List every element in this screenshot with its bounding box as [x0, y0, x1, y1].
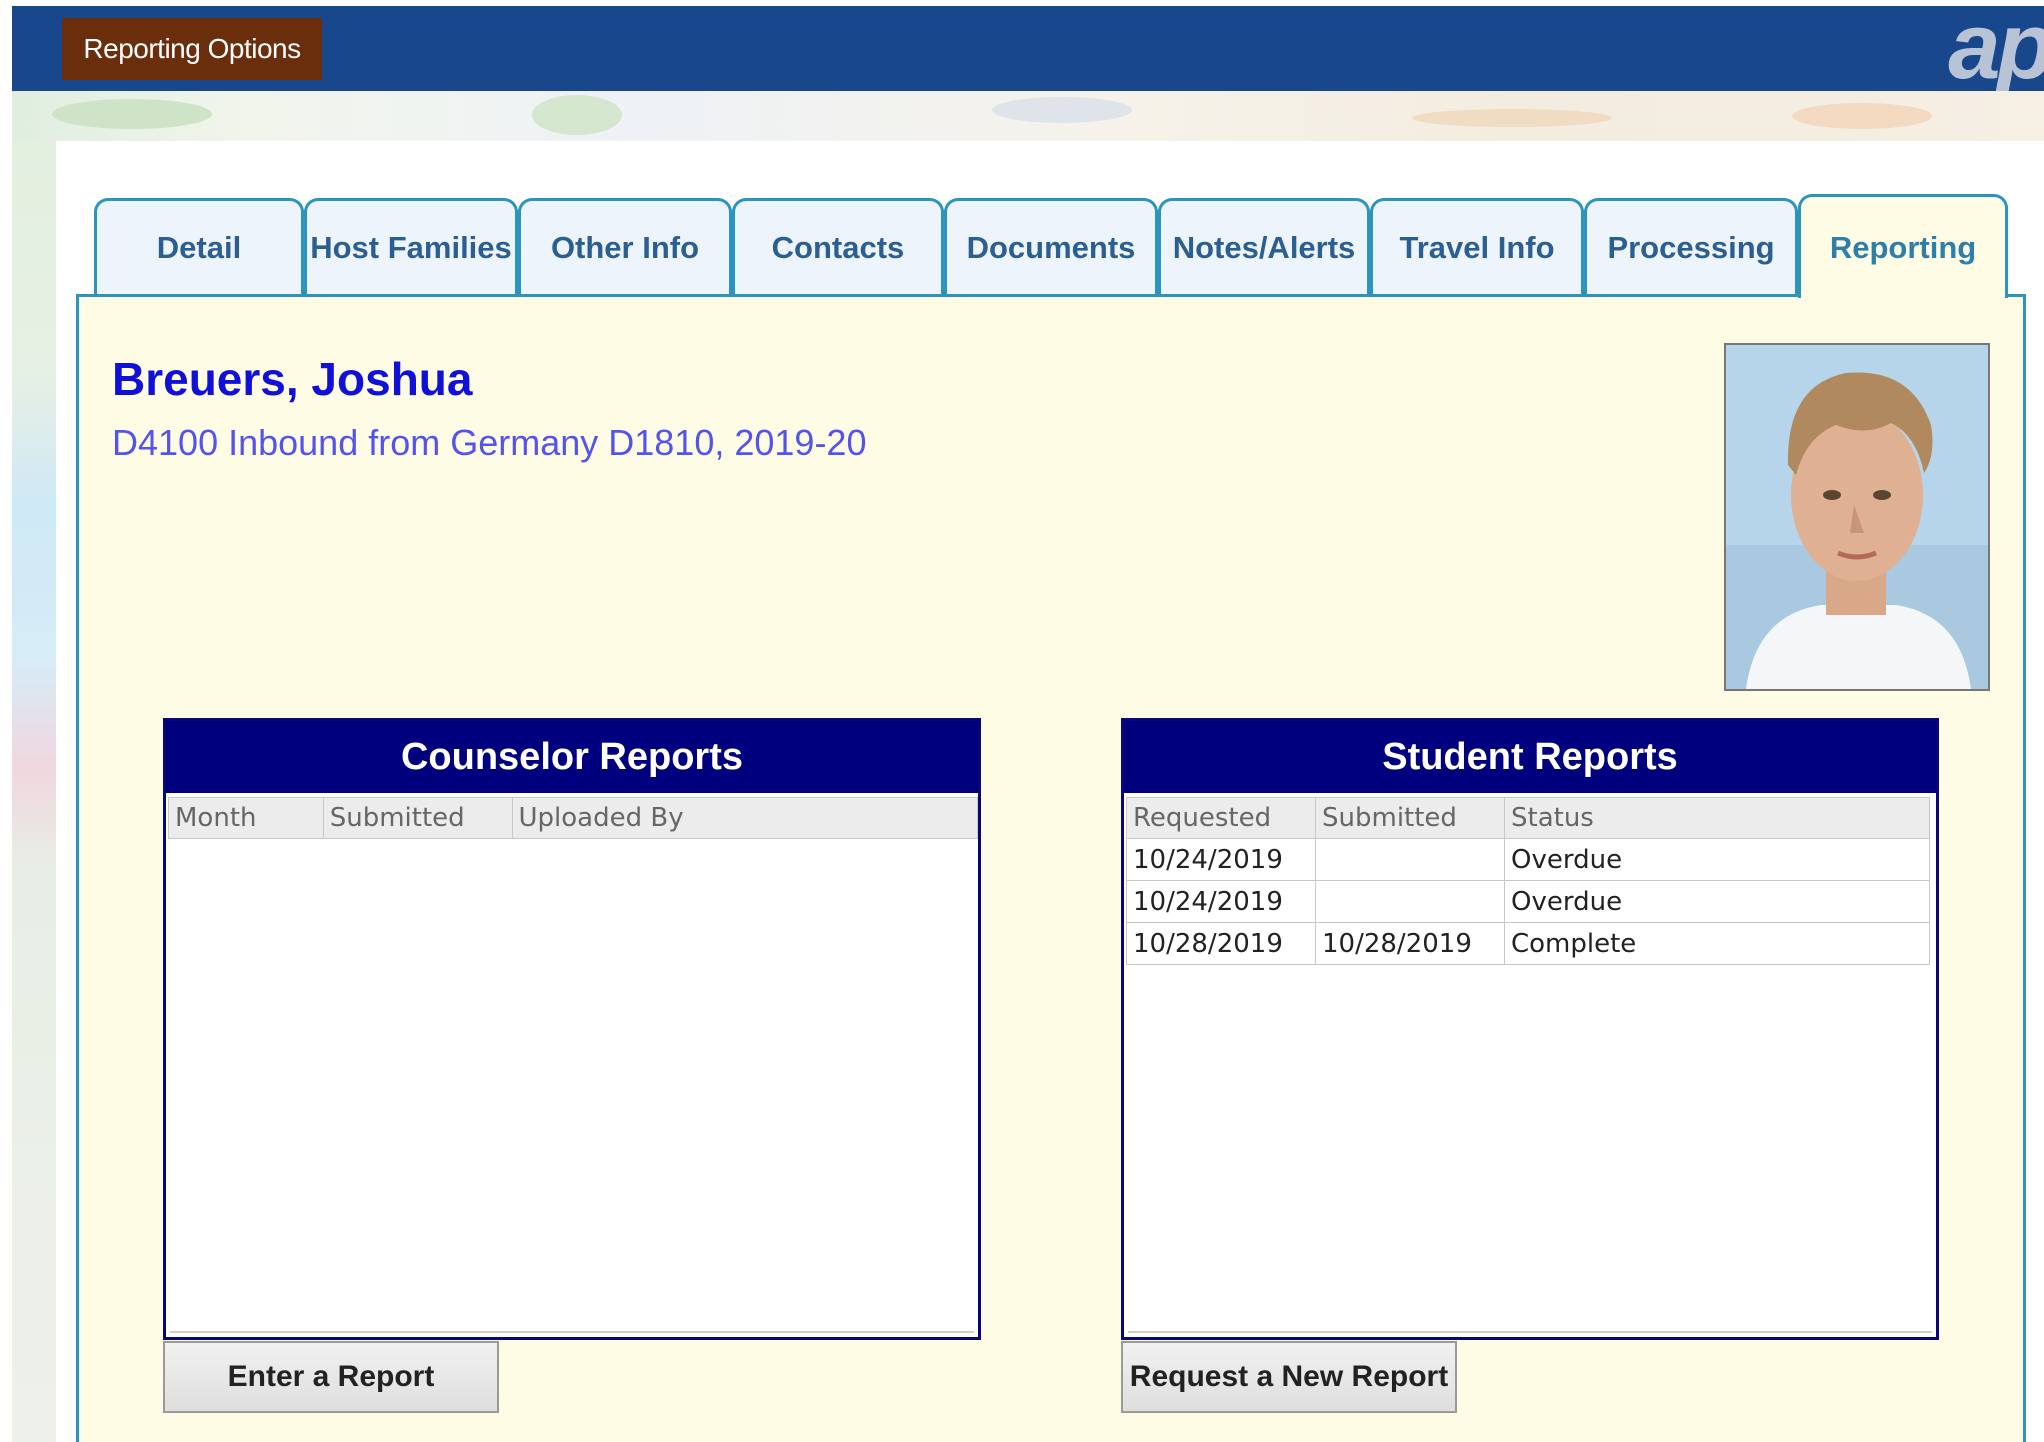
student-reports-table: Requested Submitted Status 10/24/2019 Ov… [1126, 797, 1930, 965]
counselor-reports-panel: Counselor Reports Month Submitted Upload… [163, 718, 981, 1340]
requested-cell: 10/28/2019 [1126, 922, 1316, 965]
top-bar: Reporting Options ap [12, 0, 2044, 98]
tab-travel-info[interactable]: Travel Info [1370, 198, 1584, 294]
tab-processing[interactable]: Processing [1584, 198, 1798, 294]
student-name: Breuers, Joshua [112, 353, 473, 405]
column-header-submitted[interactable]: Submitted [322, 797, 513, 839]
tab-reporting[interactable]: Reporting [1798, 194, 2008, 298]
panel-scroll-edge [170, 1331, 974, 1333]
student-reports-panel: Student Reports Requested Submitted Stat… [1121, 718, 1939, 1340]
tab-detail[interactable]: Detail [94, 198, 304, 294]
table-row[interactable]: 10/28/2019 10/28/2019 Complete [1126, 922, 1930, 965]
enter-report-button[interactable]: Enter a Report [163, 1341, 499, 1413]
counselor-reports-title: Counselor Reports [166, 721, 978, 793]
status-cell: Complete [1504, 922, 1930, 965]
app-logo: ap [1948, 0, 2044, 98]
counselor-reports-table: Month Submitted Uploaded By [168, 797, 979, 839]
column-header-requested[interactable]: Requested [1126, 797, 1316, 839]
column-header-submitted[interactable]: Submitted [1315, 797, 1505, 839]
tab-contacts[interactable]: Contacts [732, 198, 944, 294]
panel-scroll-edge [1128, 1331, 1932, 1333]
submitted-cell: 10/28/2019 [1315, 922, 1505, 965]
column-header-month[interactable]: Month [168, 797, 324, 839]
request-new-report-button[interactable]: Request a New Report [1121, 1341, 1457, 1413]
column-header-uploaded-by[interactable]: Uploaded By [511, 797, 979, 839]
table-row[interactable]: 10/24/2019 Overdue [1126, 880, 1930, 923]
student-photo [1724, 343, 1990, 691]
reporting-options-button[interactable]: Reporting Options [62, 18, 322, 80]
requested-cell: 10/24/2019 [1126, 838, 1316, 881]
tab-host-families[interactable]: Host Families [304, 198, 518, 294]
column-header-status[interactable]: Status [1504, 797, 1930, 839]
requested-cell: 10/24/2019 [1126, 880, 1316, 923]
screen: Reporting Options ap Detail Host Familie… [0, 0, 2044, 1442]
tab-other-info[interactable]: Other Info [518, 198, 732, 294]
map-side-strip [12, 141, 56, 1442]
submitted-cell [1315, 838, 1505, 881]
status-cell: Overdue [1504, 880, 1930, 923]
tab-notes-alerts[interactable]: Notes/Alerts [1158, 198, 1370, 294]
tab-documents[interactable]: Documents [944, 198, 1158, 294]
student-reports-title: Student Reports [1124, 721, 1936, 793]
table-row[interactable]: 10/24/2019 Overdue [1126, 838, 1930, 881]
student-program: D4100 Inbound from Germany D1810, 2019-2… [112, 422, 867, 463]
world-map-banner [12, 91, 2044, 141]
status-cell: Overdue [1504, 838, 1930, 881]
submitted-cell [1315, 880, 1505, 923]
